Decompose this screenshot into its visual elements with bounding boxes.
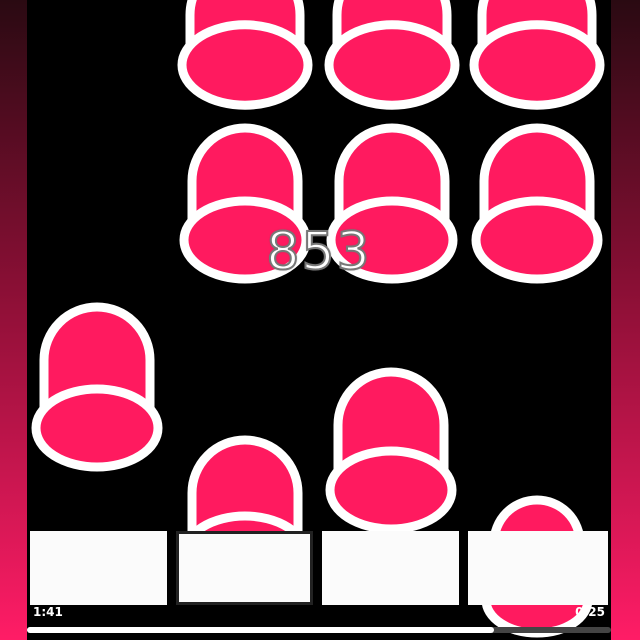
hit-tile-lane-4[interactable] — [468, 531, 608, 605]
hit-tile-lane-3[interactable] — [322, 531, 459, 605]
hit-tile-lane-2[interactable] — [176, 531, 313, 605]
elapsed-time: 1:41 — [33, 605, 63, 619]
game-board[interactable]: 853 1:41 0:25 — [27, 0, 611, 640]
note-peg — [325, 367, 457, 534]
note-peg — [324, 0, 460, 110]
progress-bar[interactable] — [27, 627, 611, 633]
remaining-time: 0:25 — [575, 605, 605, 619]
note-peg — [31, 302, 163, 472]
score-counter: 853 — [265, 221, 372, 283]
hit-tile-lane-1[interactable] — [30, 531, 167, 605]
progress-fill — [27, 627, 495, 633]
note-peg — [177, 0, 313, 110]
note-peg — [469, 0, 605, 110]
